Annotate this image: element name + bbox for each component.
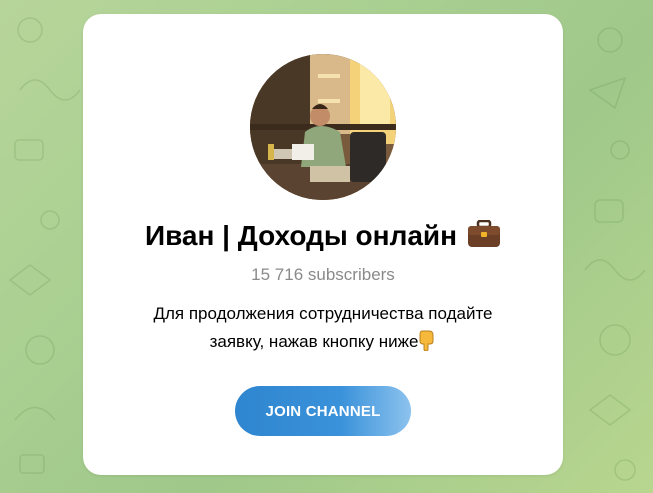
channel-description: Для продолжения сотрудничества подайте з… [113, 300, 533, 360]
pointing-down-hand-icon [418, 329, 436, 360]
avatar-photo [250, 54, 396, 200]
channel-avatar [250, 54, 396, 200]
description-line-1: Для продолжения сотрудничества подайте [153, 304, 493, 323]
join-channel-button[interactable]: JOIN CHANNEL [235, 386, 411, 436]
channel-title-row: Иван | Доходы онлайн [83, 219, 563, 255]
channel-card: Иван | Доходы онлайн 15 716 subscribers … [83, 14, 563, 475]
channel-title: Иван | Доходы онлайн [144, 220, 458, 251]
subscriber-count: 15 716 subscribers [251, 265, 395, 284]
description-line-2: заявку, нажав кнопку ниже [209, 332, 419, 351]
briefcase-icon [467, 219, 501, 255]
